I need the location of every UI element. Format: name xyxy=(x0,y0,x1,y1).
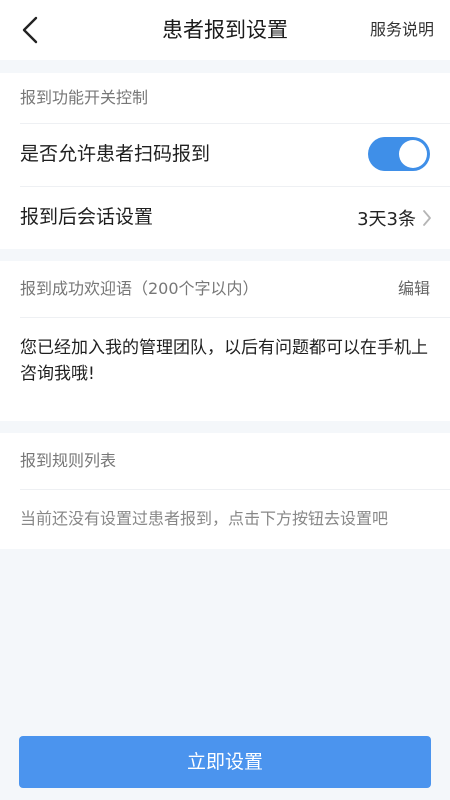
toggle-knob xyxy=(399,140,427,168)
welcome-message-text: 您已经加入我的管理团队，以后有问题都可以在手机上咨询我哦! xyxy=(20,338,428,384)
top-navigation-bar: 患者报到设置 服务说明 xyxy=(0,0,450,60)
switch-section-label: 报到功能开关控制 xyxy=(0,73,450,123)
session-settings-row[interactable]: 报到后会话设置 3天3条 xyxy=(0,186,450,249)
patient-checkin-settings-screen: 患者报到设置 服务说明 报到功能开关控制 是否允许患者扫码报到 报到后会话设置 … xyxy=(0,0,450,800)
row-divider xyxy=(20,317,450,318)
service-description-link[interactable]: 服务说明 xyxy=(370,0,434,60)
session-settings-value[interactable]: 3天3条 xyxy=(357,186,432,249)
chevron-right-icon xyxy=(422,209,432,227)
rules-empty-tip: 当前还没有设置过患者报到，点击下方按钮去设置吧 xyxy=(20,509,389,528)
set-now-button[interactable]: 立即设置 xyxy=(19,736,431,788)
session-settings-label: 报到后会话设置 xyxy=(20,206,154,228)
rules-section-label: 报到规则列表 xyxy=(20,451,117,470)
rules-list-card: 报到规则列表 当前还没有设置过患者报到，点击下方按钮去设置吧 xyxy=(0,433,450,549)
welcome-message-card: 报到成功欢迎语（200个字以内） 编辑 您已经加入我的管理团队，以后有问题都可以… xyxy=(0,261,450,421)
allow-scan-row: 是否允许患者扫码报到 xyxy=(0,123,450,186)
welcome-section-label: 报到成功欢迎语（200个字以内） xyxy=(20,279,259,298)
allow-scan-toggle[interactable] xyxy=(368,137,430,171)
chevron-left-icon xyxy=(22,16,38,44)
back-button[interactable] xyxy=(12,12,48,48)
edit-welcome-button[interactable]: 编辑 xyxy=(398,261,430,317)
session-value-text: 3天3条 xyxy=(357,208,416,230)
allow-scan-label: 是否允许患者扫码报到 xyxy=(20,143,211,165)
